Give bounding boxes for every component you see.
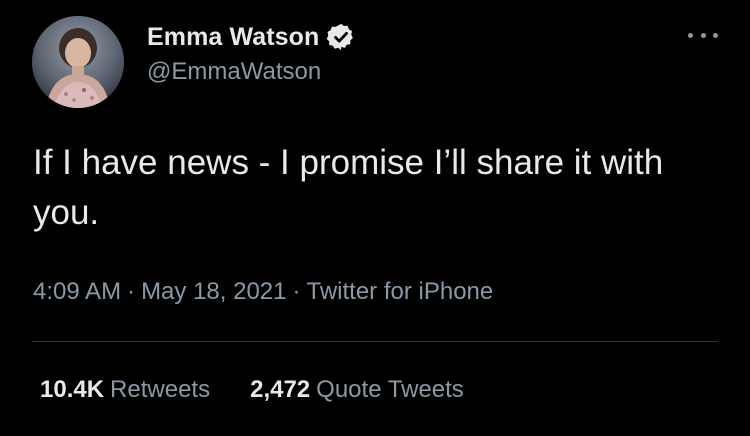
author-handle[interactable]: @EmmaWatson	[147, 58, 356, 86]
tweet-stats: 10.4K Retweets 2,472 Quote Tweets	[40, 376, 464, 404]
author-block: Emma Watson @EmmaWatson	[147, 20, 356, 86]
quote-tweets-stat[interactable]: 2,472 Quote Tweets	[250, 376, 464, 404]
retweets-stat[interactable]: 10.4K Retweets	[40, 376, 210, 404]
quote-tweets-count: 2,472	[250, 376, 311, 403]
retweets-count: 10.4K	[40, 376, 105, 403]
avatar-image	[32, 16, 124, 108]
retweets-label: Retweets	[110, 376, 211, 403]
author-display-name[interactable]: Emma Watson	[147, 23, 319, 52]
more-options-icon[interactable]	[688, 28, 718, 42]
tweet-text: If I have news - I promise I’ll share it…	[33, 143, 664, 232]
quote-tweets-label: Quote Tweets	[316, 376, 464, 403]
tweet-card: Emma Watson @EmmaWatson If I have news -…	[0, 0, 750, 436]
tweet-metadata: 4:09 AM · May 18, 2021 · Twitter for iPhone	[33, 278, 493, 306]
author-name-row: Emma Watson	[147, 20, 356, 54]
more-dot	[700, 32, 706, 38]
tweet-time[interactable]: 4:09 AM	[33, 278, 121, 305]
divider	[32, 341, 718, 342]
tweet-source[interactable]: Twitter for iPhone	[307, 278, 494, 305]
more-dot	[688, 32, 693, 38]
verified-badge-icon	[326, 22, 356, 52]
avatar[interactable]	[32, 16, 124, 108]
meta-separator: ·	[127, 278, 136, 305]
tweet-date[interactable]: May 18, 2021	[141, 278, 286, 305]
meta-separator: ·	[292, 278, 301, 305]
more-dot	[713, 32, 718, 38]
